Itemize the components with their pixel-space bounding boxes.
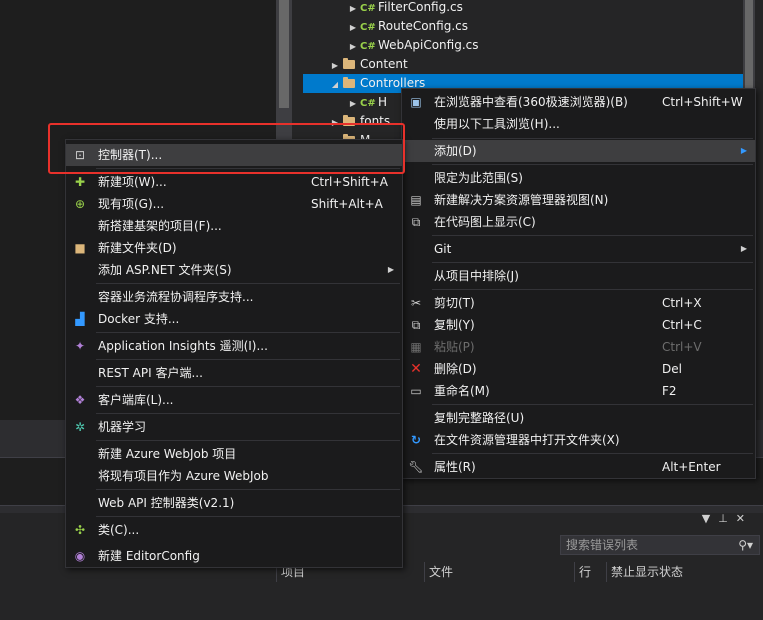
submenu-item-client-library[interactable]: ❖ 客户端库(L)... [66, 389, 402, 411]
menu-separator [96, 489, 400, 490]
menu-separator [96, 440, 400, 441]
menu-item-delete[interactable]: ✕ 删除(D) Del [402, 358, 755, 380]
submenu-item-new-folder[interactable]: ■ 新建文件夹(D) [66, 237, 402, 259]
menu-separator [432, 289, 753, 290]
pin-icon[interactable]: ⊥ [718, 512, 736, 525]
expand-arrow-icon[interactable]: ▶ [346, 94, 360, 113]
menu-item-paste[interactable]: ▦ 粘贴(P) Ctrl+V [402, 336, 755, 358]
wrench-icon: 🔧︎ [408, 460, 424, 474]
code-map-icon: ⧉ [411, 215, 421, 229]
editorconfig-icon: ◉ [74, 549, 86, 563]
existing-item-icon: ⊕ [74, 197, 86, 211]
rename-icon: ▭ [410, 384, 422, 398]
menu-separator [96, 516, 400, 517]
csharp-file-icon: C# [360, 98, 376, 109]
submenu-item-application-insights[interactable]: ✦ Application Insights 遥测(I)... [66, 335, 402, 357]
refresh-icon: ↻ [410, 433, 422, 447]
browser-icon: ▣ [410, 95, 422, 109]
menu-item-browse-with[interactable]: 使用以下工具浏览(H)... [402, 113, 755, 135]
menu-separator [96, 359, 400, 360]
menu-separator [432, 453, 753, 454]
class-icon: ✣ [74, 523, 86, 537]
submenu-item-machine-learning[interactable]: ✲ 机器学习 [66, 416, 402, 438]
editor-scrollbar-thumb[interactable] [279, 0, 289, 108]
close-icon[interactable]: ✕ [736, 512, 753, 525]
menu-item-copy[interactable]: ⧉ 复制(Y) Ctrl+C [402, 314, 755, 336]
menu-separator [96, 413, 400, 414]
tree-item-routeconfig[interactable]: ▶ C# RouteConfig.cs [346, 17, 468, 36]
dropdown-icon[interactable]: ▼ [702, 512, 718, 525]
expand-arrow-icon[interactable]: ▶ [346, 0, 360, 18]
tree-item-filterconfig[interactable]: ▶ C# FilterConfig.cs [346, 0, 463, 17]
column-header-file[interactable]: 文件 [424, 562, 574, 582]
submenu-arrow-icon: ▶ [740, 146, 747, 155]
menu-item-show-on-code-map[interactable]: ⧉ 在代码图上显示(C) [402, 211, 755, 233]
submenu-item-scaffolded-item[interactable]: 新搭建基架的项目(F)... [66, 215, 402, 237]
expand-arrow-icon[interactable]: ▶ [328, 56, 342, 75]
tree-item-h[interactable]: ▶ C# H [346, 93, 387, 112]
expand-arrow-icon[interactable]: ▶ [346, 18, 360, 37]
folder-icon [343, 58, 355, 69]
menu-separator [432, 262, 753, 263]
collapse-arrow-icon[interactable]: ◢ [328, 75, 342, 94]
column-header-line[interactable]: 行 [574, 562, 606, 582]
annotation-highlight-box [48, 123, 405, 174]
copy-icon: ⧉ [411, 318, 421, 332]
menu-separator [432, 138, 753, 139]
add-submenu: ⊡ 控制器(T)... ✚ 新建项(W)... Ctrl+Shift+A ⊕ 现… [65, 139, 403, 568]
error-search-input[interactable]: 搜索错误列表 ⚲▾ [560, 535, 760, 555]
new-folder-icon: ■ [74, 241, 86, 255]
column-header-suppression[interactable]: 禁止显示状态 [606, 562, 756, 582]
docker-icon: ▟ [75, 312, 85, 326]
new-view-icon: ▤ [410, 193, 422, 207]
submenu-item-docker-support[interactable]: ▟ Docker 支持... [66, 308, 402, 330]
menu-item-add[interactable]: 添加(D) ▶ [402, 140, 755, 162]
menu-item-new-solution-view[interactable]: ▤ 新建解决方案资源管理器视图(N) [402, 189, 755, 211]
menu-item-git[interactable]: Git ▶ [402, 238, 755, 260]
search-icon[interactable]: ⚲▾ [738, 536, 753, 554]
menu-item-scope-to-this[interactable]: 限定为此范围(S) [402, 167, 755, 189]
submenu-item-class[interactable]: ✣ 类(C)... [66, 519, 402, 541]
submenu-arrow-icon: ▶ [387, 265, 394, 274]
submenu-item-webapi-controller-class[interactable]: Web API 控制器类(v2.1) [66, 492, 402, 514]
menu-separator [432, 235, 753, 236]
tree-item-webapiconfig[interactable]: ▶ C# WebApiConfig.cs [346, 36, 479, 55]
submenu-item-rest-api-client[interactable]: REST API 客户端... [66, 362, 402, 384]
submenu-item-aspnet-folder[interactable]: 添加 ASP.NET 文件夹(S) ▶ [66, 259, 402, 281]
paste-icon: ▦ [410, 340, 422, 354]
menu-separator [96, 283, 400, 284]
submenu-item-container-orchestrator[interactable]: 容器业务流程协调程序支持... [66, 286, 402, 308]
pane-controls: ▼⊥✕ [702, 512, 753, 525]
menu-separator [96, 332, 400, 333]
menu-separator [432, 164, 753, 165]
library-icon: ❖ [74, 393, 86, 407]
tree-item-content[interactable]: ▶ Content [328, 55, 408, 74]
submenu-arrow-icon: ▶ [740, 244, 747, 253]
menu-item-properties[interactable]: 🔧︎ 属性(R) Alt+Enter [402, 456, 755, 478]
csharp-file-icon: C# [360, 41, 376, 52]
menu-separator [96, 386, 400, 387]
insights-icon: ✦ [74, 339, 86, 353]
csharp-file-icon: C# [360, 3, 376, 14]
submenu-item-new-azure-webjob[interactable]: 新建 Azure WebJob 项目 [66, 443, 402, 465]
menu-item-copy-full-path[interactable]: 复制完整路径(U) [402, 407, 755, 429]
submenu-item-new-editorconfig[interactable]: ◉ 新建 EditorConfig [66, 545, 402, 567]
menu-item-open-in-explorer[interactable]: ↻ 在文件资源管理器中打开文件夹(X) [402, 429, 755, 451]
new-item-icon: ✚ [74, 175, 86, 189]
scissors-icon: ✂ [410, 296, 422, 310]
menu-item-cut[interactable]: ✂ 剪切(T) Ctrl+X [402, 292, 755, 314]
menu-item-view-in-browser[interactable]: ▣ 在浏览器中查看(360极速浏览器)(B) Ctrl+Shift+W [402, 91, 755, 113]
delete-icon: ✕ [410, 361, 422, 377]
expand-arrow-icon[interactable]: ▶ [346, 37, 360, 56]
submenu-item-existing-as-webjob[interactable]: 将现有项目作为 Azure WebJob [66, 465, 402, 487]
open-folder-icon [343, 77, 355, 88]
submenu-item-new-item[interactable]: ✚ 新建项(W)... Ctrl+Shift+A [66, 171, 402, 193]
menu-separator [432, 404, 753, 405]
ml-icon: ✲ [74, 420, 86, 434]
submenu-item-existing-item[interactable]: ⊕ 现有项(G)... Shift+Alt+A [66, 193, 402, 215]
menu-item-exclude-from-project[interactable]: 从项目中排除(J) [402, 265, 755, 287]
menu-item-rename[interactable]: ▭ 重命名(M) F2 [402, 380, 755, 402]
context-menu: ▣ 在浏览器中查看(360极速浏览器)(B) Ctrl+Shift+W 使用以下… [401, 88, 756, 479]
csharp-file-icon: C# [360, 22, 376, 33]
